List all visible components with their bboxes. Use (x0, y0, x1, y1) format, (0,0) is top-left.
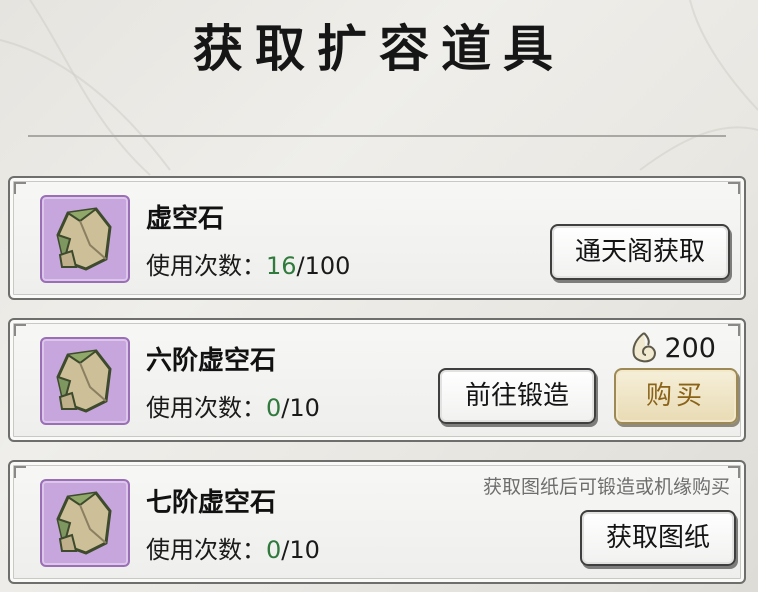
acquire-hint: 获取图纸后可锻造或机缘购买 (482, 476, 730, 498)
usage-label: 使用次数： (146, 536, 266, 564)
price-value: 200 (664, 332, 716, 364)
go-forge-button[interactable]: 前往锻造 (438, 368, 596, 424)
price-display: 200 (630, 330, 716, 366)
void-stone-icon (56, 207, 112, 271)
title-divider (28, 135, 726, 137)
page-title: 获取扩容道具 (193, 19, 565, 78)
item-card-tier6-void-stone: 六阶虚空石 使用次数：0/10 200 前往锻造 购买 (8, 318, 746, 442)
usage-current: 0 (266, 394, 282, 422)
usage-label: 使用次数： (146, 394, 266, 422)
usage-count: 使用次数：0/10 (146, 388, 320, 423)
buy-button[interactable]: 购买 (614, 368, 738, 424)
usage-count: 使用次数：16/100 (146, 246, 350, 281)
void-stone-icon (56, 491, 112, 555)
usage-max: /100 (296, 252, 351, 280)
tongtian-pavilion-acquire-button[interactable]: 通天阁获取 (550, 224, 730, 280)
item-name: 虚空石 (146, 204, 225, 234)
usage-max: /10 (281, 536, 320, 564)
item-name: 七阶虚空石 (146, 488, 277, 518)
item-name: 六阶虚空石 (146, 346, 277, 376)
usage-max: /10 (281, 394, 320, 422)
void-stone-icon (56, 349, 112, 413)
get-blueprint-button[interactable]: 获取图纸 (580, 510, 736, 566)
item-slot[interactable] (40, 337, 130, 425)
usage-current: 16 (266, 252, 297, 280)
usage-current: 0 (266, 536, 282, 564)
item-card-tier7-void-stone: 七阶虚空石 使用次数：0/10 获取图纸后可锻造或机缘购买 获取图纸 (8, 460, 746, 584)
usage-label: 使用次数： (146, 252, 266, 280)
item-slot[interactable] (40, 195, 130, 283)
item-slot[interactable] (40, 479, 130, 567)
item-card-void-stone: 虚空石 使用次数：16/100 通天阁获取 (8, 176, 746, 300)
usage-count: 使用次数：0/10 (146, 530, 320, 565)
jade-currency-icon (632, 332, 657, 363)
